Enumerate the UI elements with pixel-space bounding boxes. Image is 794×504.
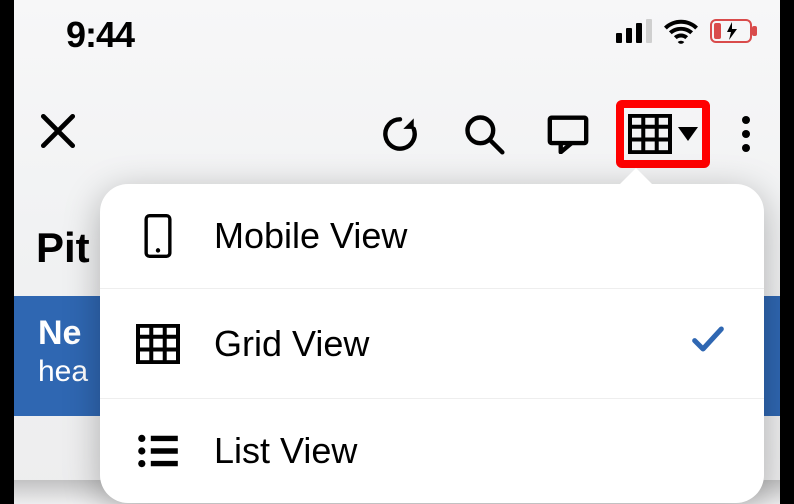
- grid-icon: [136, 322, 180, 366]
- search-button[interactable]: [458, 108, 510, 160]
- view-switcher-button[interactable]: [628, 114, 698, 154]
- menu-label: Mobile View: [214, 215, 728, 257]
- view-menu-popover: Mobile View Grid View: [100, 184, 764, 503]
- refresh-button[interactable]: [374, 108, 426, 160]
- close-button[interactable]: [36, 106, 80, 162]
- menu-item-mobile-view[interactable]: Mobile View: [100, 184, 764, 288]
- menu-label: List View: [214, 430, 728, 472]
- checkmark-icon: [688, 319, 728, 368]
- clock: 9:44: [66, 14, 134, 56]
- comment-button[interactable]: [542, 108, 594, 160]
- mobile-icon: [136, 214, 180, 258]
- status-bar: 9:44: [14, 0, 780, 62]
- highlight-box: [616, 100, 710, 168]
- status-tray: [616, 18, 758, 44]
- battery-low-charging-icon: [710, 19, 758, 43]
- comment-icon: [546, 114, 590, 154]
- chevron-down-icon: [678, 127, 698, 141]
- list-icon: [136, 429, 180, 473]
- menu-item-grid-view[interactable]: Grid View: [100, 288, 764, 398]
- search-icon: [462, 112, 506, 156]
- menu-label: Grid View: [214, 323, 654, 365]
- refresh-icon: [378, 112, 422, 156]
- toolbar: [14, 84, 780, 184]
- wifi-icon: [664, 18, 698, 44]
- cell-signal-icon: [616, 19, 652, 43]
- app-screen: 9:44: [14, 0, 780, 504]
- grid-icon: [628, 114, 672, 154]
- menu-item-list-view[interactable]: List View: [100, 398, 764, 503]
- popover-caret: [616, 168, 656, 188]
- more-menu-button[interactable]: [732, 116, 760, 152]
- page-title-fragment: Pit: [36, 224, 90, 272]
